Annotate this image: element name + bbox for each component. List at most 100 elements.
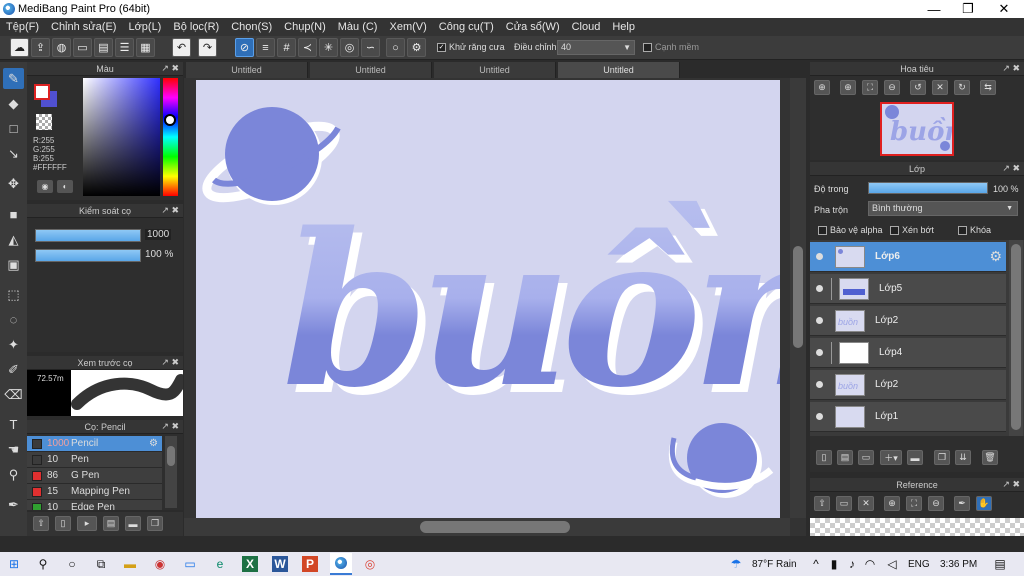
fit-screen-icon[interactable]: ⛶ <box>862 80 878 95</box>
layer-item-lop6[interactable]: Lớp6 ⚙ <box>810 242 1006 272</box>
fill-rect-tool-icon[interactable]: ■ <box>3 204 24 225</box>
notification-icon[interactable]: ▤ <box>992 556 1008 572</box>
powerpoint-icon[interactable]: P <box>302 556 318 572</box>
parallel-snap-icon[interactable]: ≡ <box>256 38 275 57</box>
add-layer-menu-icon[interactable]: ＋▾ <box>880 450 902 465</box>
brush-size-slider[interactable] <box>35 229 141 242</box>
hue-handle[interactable] <box>164 114 176 126</box>
reference-zoom-out-icon[interactable]: ⊖ <box>928 496 944 511</box>
curve-snap-icon[interactable]: ∽ <box>361 38 380 57</box>
panel-close-icon[interactable]: ↗ ✖ <box>161 357 179 368</box>
blend-mode-select[interactable]: Bình thường ▼ <box>868 201 1018 216</box>
perspective-snap-icon[interactable]: ≺ <box>298 38 317 57</box>
eye-icon[interactable] <box>816 317 823 324</box>
menu-tools[interactable]: Công cụ(T) <box>433 21 500 33</box>
brush-item-pen[interactable]: 10 Pen <box>27 452 162 468</box>
layer-item-lop4[interactable]: Lớp4 <box>810 338 1006 368</box>
speaker-icon[interactable]: ♪ <box>844 556 860 572</box>
canvas-vertical-scrollbar[interactable] <box>790 78 806 518</box>
lasso-tool-icon[interactable]: ◌ <box>3 309 24 330</box>
rotate-right-icon[interactable]: ↻ <box>954 80 970 95</box>
layer-opacity-slider[interactable] <box>868 182 988 194</box>
brush-cloud-icon[interactable]: ⇧ <box>33 516 49 531</box>
protect-alpha-toggle[interactable]: Bảo vệ alpha <box>818 225 883 236</box>
reference-eyedropper-icon[interactable]: ✒ <box>954 496 970 511</box>
reference-hand-icon[interactable]: ✋ <box>976 496 992 511</box>
rotate-left-icon[interactable]: ↺ <box>910 80 926 95</box>
cloud-icon[interactable]: ☁ <box>10 38 29 57</box>
vertical-scroll-thumb[interactable] <box>793 246 803 348</box>
panel-close-icon[interactable]: ↗ ✖ <box>1002 63 1020 74</box>
menu-cloud[interactable]: Cloud <box>566 21 607 33</box>
select-eraser-tool-icon[interactable]: ⌫ <box>3 384 24 405</box>
language-indicator[interactable]: ENG <box>908 559 930 570</box>
menu-file[interactable]: Tệp(F) <box>0 21 45 33</box>
layer-folder-icon[interactable]: ▬ <box>907 450 923 465</box>
new-8bit-layer-icon[interactable]: ▭ <box>858 450 874 465</box>
minimize-button[interactable]: — <box>916 0 952 18</box>
eye-icon[interactable] <box>816 253 823 260</box>
eraser-tool-icon[interactable]: ◆ <box>3 93 24 114</box>
panel-close-icon[interactable]: ↗ ✖ <box>161 205 179 216</box>
wifi-icon[interactable]: ◠ <box>862 556 878 572</box>
saturation-value-picker[interactable] <box>83 78 160 196</box>
brush-list-scrollbar[interactable] <box>165 436 177 508</box>
layer-item-lop1[interactable]: Lớp1 <box>810 402 1006 432</box>
menu-layer[interactable]: Lớp(L) <box>122 21 167 33</box>
panel-close-icon[interactable]: ↗ ✖ <box>161 421 179 432</box>
clock[interactable]: 3:36 PM <box>940 559 977 570</box>
concentric-snap-icon[interactable]: ◎ <box>340 38 359 57</box>
menu-select[interactable]: Chọn(S) <box>225 21 278 33</box>
comment-icon[interactable]: ▭ <box>73 38 92 57</box>
lock-toggle[interactable]: Khóa <box>958 225 991 236</box>
clipping-checkbox[interactable] <box>890 226 899 236</box>
antialias-toggle[interactable]: ✓ Khử răng cưa <box>437 42 505 53</box>
zoom-actual-icon[interactable]: ⊕ <box>814 80 830 95</box>
gradient-tool-icon[interactable]: ▣ <box>3 254 24 275</box>
select-pen-tool-icon[interactable]: ✐ <box>3 359 24 380</box>
hue-slider[interactable] <box>163 78 178 196</box>
medibang-taskbar-icon[interactable] <box>330 553 352 575</box>
brush-settings-icon[interactable]: ▤ <box>103 516 119 531</box>
cortana-icon[interactable]: ○ <box>64 556 80 572</box>
tab-untitled-3[interactable]: Untitled <box>434 62 556 78</box>
smooth-edge-checkbox[interactable] <box>643 43 652 53</box>
menu-help[interactable]: Help <box>606 21 641 33</box>
weather-text[interactable]: 87°F Rain <box>752 559 797 570</box>
clipping-toggle[interactable]: Xén bớt <box>890 225 934 236</box>
dot-tool-icon[interactable]: ↘ <box>3 143 24 164</box>
flip-icon[interactable]: ⇆ <box>980 80 996 95</box>
reference-zoom-in-icon[interactable]: ⊕ <box>884 496 900 511</box>
snap-off-icon[interactable]: ⊘ <box>235 38 254 57</box>
tab-untitled-4[interactable]: Untitled <box>558 62 680 78</box>
brush-folder-icon[interactable]: ▬ <box>125 516 141 531</box>
new-halftone-layer-icon[interactable]: ▤ <box>837 450 853 465</box>
gear-icon[interactable]: ⚙ <box>989 248 1002 265</box>
layer-item-lop5[interactable]: Lớp5 <box>810 274 1006 304</box>
open-reference-icon[interactable]: ▭ <box>836 496 852 511</box>
menu-view[interactable]: Xem(V) <box>383 21 432 33</box>
grid-icon[interactable]: ▦ <box>136 38 155 57</box>
page-icon[interactable]: ▤ <box>94 38 113 57</box>
antialias-checkbox[interactable]: ✓ <box>437 43 446 53</box>
excel-icon[interactable]: X <box>242 556 258 572</box>
eye-icon[interactable] <box>816 285 823 292</box>
rotate-reset-icon[interactable]: ✕ <box>932 80 948 95</box>
undo-icon[interactable]: ↶ <box>172 38 191 57</box>
redo-icon[interactable]: ↷ <box>198 38 217 57</box>
brush-tool-icon[interactable]: ✎ <box>3 68 24 89</box>
edge-icon[interactable]: e <box>212 556 228 572</box>
settings-icon[interactable]: ⚙ <box>407 38 426 57</box>
magic-wand-tool-icon[interactable]: ✦ <box>3 334 24 355</box>
layer-item-lop2-b[interactable]: buồn Lớp2 <box>810 370 1006 400</box>
bucket-tool-icon[interactable]: ◭ <box>3 229 24 250</box>
menu-filter[interactable]: Bộ lọc(R) <box>167 21 225 33</box>
panel-close-icon[interactable]: ↗ ✖ <box>161 63 179 74</box>
brush-item-mapping-pen[interactable]: 15 Mapping Pen <box>27 484 162 500</box>
menu-color[interactable]: Màu (C) <box>332 21 384 33</box>
pen-tool-icon[interactable]: ✒ <box>3 494 24 515</box>
task-view-icon[interactable]: ⧉ <box>93 556 109 572</box>
panel-close-icon[interactable]: ↗ ✖ <box>1002 479 1020 490</box>
chat-icon[interactable]: ◍ <box>52 38 71 57</box>
menu-window[interactable]: Cửa sổ(W) <box>500 21 566 33</box>
